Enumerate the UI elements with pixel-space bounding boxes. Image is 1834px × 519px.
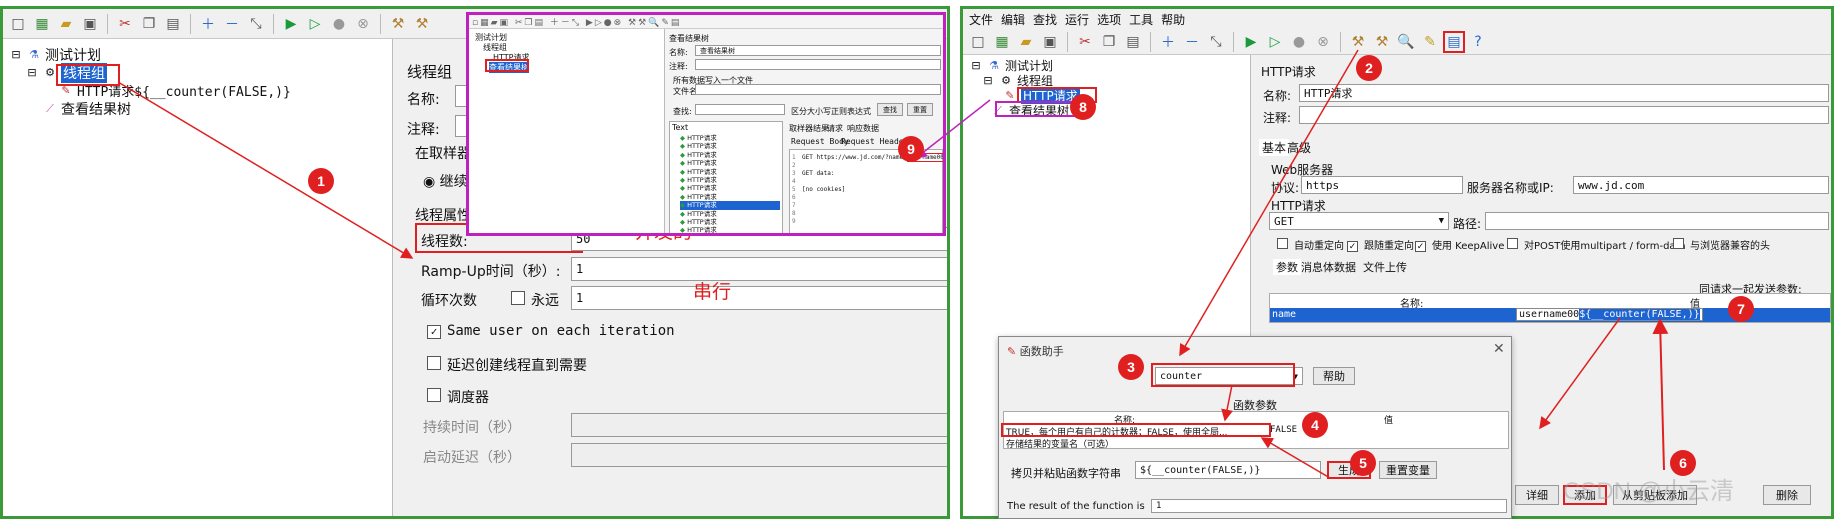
arrow-3 [1221,384,1233,422]
step-badge-9: 9 [898,136,924,162]
step-badge-5: 5 [1350,450,1376,476]
annotation-arrows [117,49,1669,479]
arrow-1 [117,81,414,259]
step-badge-2: 2 [1356,55,1382,81]
step-badge-4: 4 [1302,412,1328,438]
step-badge-3: 3 [1118,354,1144,380]
step-badge-8: 8 [1070,94,1096,120]
step-badge-7: 7 [1728,296,1754,322]
step-badge-6: 6 [1670,450,1696,476]
arrow-2 [1179,49,1359,357]
arrow-6 [1652,318,1669,471]
arrow-9 [914,99,991,159]
arrow-4 [1260,437,1331,479]
step-badge-1: 1 [308,168,334,194]
arrow-7 [1539,317,1621,430]
